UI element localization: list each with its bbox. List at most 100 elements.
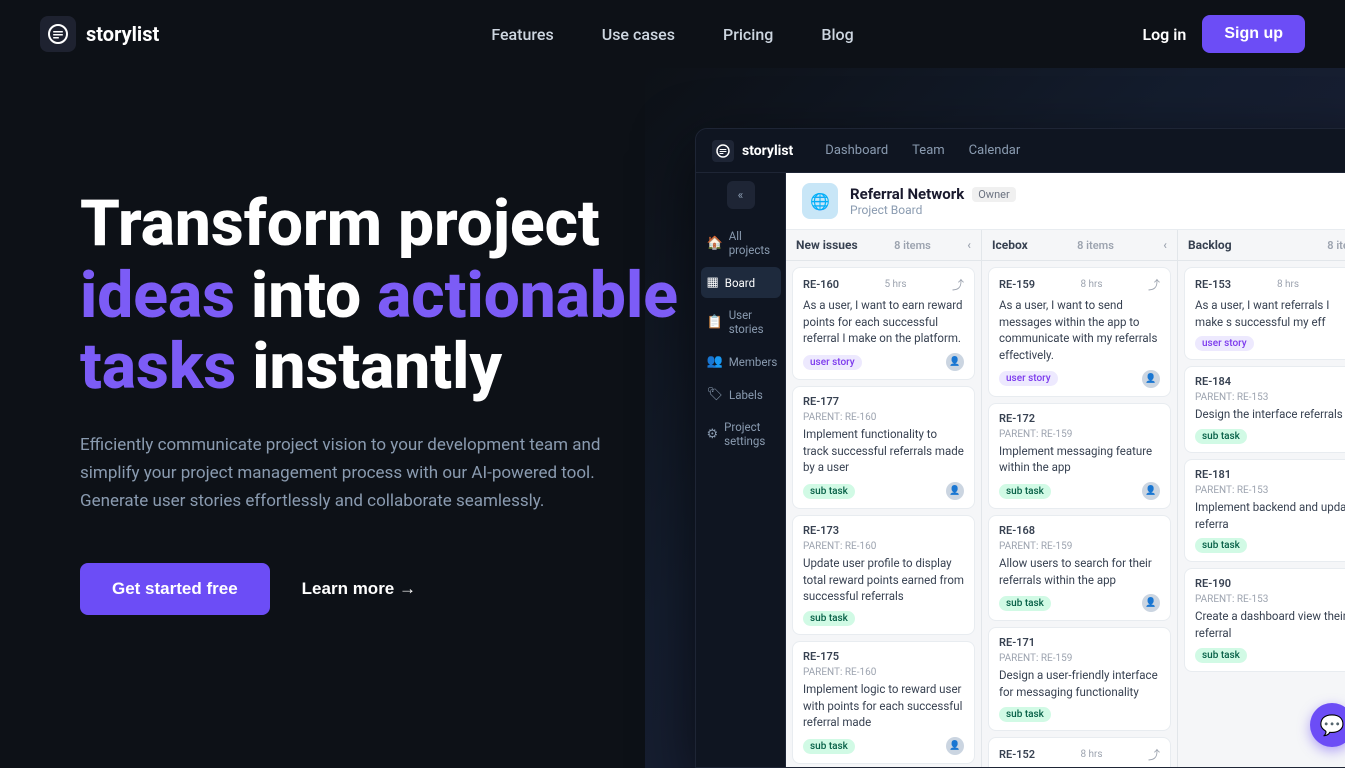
card-tag-row: sub task bbox=[1195, 538, 1345, 553]
hero-content: Transform project ideas into actionable … bbox=[80, 68, 760, 768]
column-new-issues: New issues 8 items ‹ RE-160 5 hrs ⤴ bbox=[786, 230, 982, 767]
card-id: RE-168 bbox=[999, 524, 1035, 537]
card-tag: sub task bbox=[1195, 429, 1247, 444]
card-parent: PARENT: RE-160 bbox=[803, 541, 964, 552]
card-avatar: 👤 bbox=[946, 353, 964, 371]
card-RE-184[interactable]: RE-184 PARENT: RE-153 Design the interfa… bbox=[1184, 366, 1345, 453]
card-share-icon: ⤴ bbox=[1148, 276, 1160, 293]
column-cards-icebox: RE-159 8 hrs ⤴ As a user, I want to send… bbox=[982, 261, 1177, 767]
project-info: Referral Network Owner Project Board bbox=[850, 185, 1016, 217]
column-count-backlog: 8 items bbox=[1327, 239, 1345, 252]
column-header-backlog: Backlog 8 items bbox=[1178, 230, 1345, 261]
card-text: Implement messaging feature within the a… bbox=[999, 443, 1160, 476]
get-started-button[interactable]: Get started free bbox=[80, 563, 270, 615]
logo-icon bbox=[40, 16, 76, 52]
column-arrow-new-issues[interactable]: ‹ bbox=[967, 238, 971, 252]
card-parent: PARENT: RE-160 bbox=[803, 412, 964, 423]
card-RE-181[interactable]: RE-181 PARENT: RE-153 Implement backend … bbox=[1184, 459, 1345, 562]
card-RE-177[interactable]: RE-177 PARENT: RE-160 Implement function… bbox=[792, 386, 975, 509]
card-RE-171[interactable]: RE-171 PARENT: RE-159 Design a user-frie… bbox=[988, 627, 1171, 730]
card-id: RE-171 bbox=[999, 636, 1035, 649]
nav-blog[interactable]: Blog bbox=[821, 25, 853, 44]
logo-text: storylist bbox=[86, 22, 159, 46]
card-text: As a user, I want to send messages withi… bbox=[999, 297, 1160, 364]
logo[interactable]: storylist bbox=[40, 16, 159, 52]
card-RE-172[interactable]: RE-172 PARENT: RE-159 Implement messagin… bbox=[988, 403, 1171, 509]
nav-pricing[interactable]: Pricing bbox=[723, 25, 773, 44]
app-navbar: storylist Dashboard Team Calendar bbox=[696, 129, 1345, 173]
hero-buttons: Get started free Learn more → bbox=[80, 563, 760, 615]
card-text: Implement logic to reward user with poin… bbox=[803, 681, 964, 731]
card-tag-row: sub task 👤 bbox=[803, 737, 964, 755]
card-parent: PARENT: RE-159 bbox=[999, 541, 1160, 552]
card-text: Implement backend and update referra bbox=[1195, 499, 1345, 532]
column-title-icebox: Icebox bbox=[992, 238, 1028, 252]
card-id: RE-172 bbox=[999, 412, 1035, 425]
card-RE-153[interactable]: RE-153 8 hrs ⤴ As a user, I want referra… bbox=[1184, 267, 1345, 360]
card-tag-row: sub task bbox=[1195, 429, 1345, 444]
card-tag-row: sub task bbox=[999, 707, 1160, 722]
card-tag: sub task bbox=[999, 596, 1051, 611]
column-header-icebox: Icebox 8 items ‹ bbox=[982, 230, 1177, 261]
card-parent: PARENT: RE-159 bbox=[999, 429, 1160, 440]
card-avatar: 👤 bbox=[946, 737, 964, 755]
card-parent: PARENT: RE-153 bbox=[1195, 485, 1345, 496]
hero-title-actionable: actionable bbox=[377, 258, 678, 333]
hero-description: Efficiently communicate project vision t… bbox=[80, 431, 640, 515]
project-type: Project Board bbox=[850, 203, 1016, 217]
card-tag: sub task bbox=[999, 707, 1051, 722]
card-id: RE-173 bbox=[803, 524, 839, 537]
hero-title: Transform project ideas into actionable … bbox=[80, 188, 760, 403]
column-backlog: Backlog 8 items RE-153 8 hrs ⤴ bbox=[1178, 230, 1345, 767]
column-arrow-icebox[interactable]: ‹ bbox=[1163, 238, 1167, 252]
app-tab-calendar[interactable]: Calendar bbox=[969, 143, 1021, 158]
nav-use-cases[interactable]: Use cases bbox=[602, 25, 675, 44]
app-tab-team[interactable]: Team bbox=[912, 143, 945, 158]
card-tag: user story bbox=[999, 371, 1058, 386]
card-RE-173[interactable]: RE-173 PARENT: RE-160 Update user profil… bbox=[792, 515, 975, 635]
column-icebox: Icebox 8 items ‹ RE-159 8 hrs ⤴ bbox=[982, 230, 1178, 767]
card-tag: sub task bbox=[1195, 538, 1247, 553]
owner-badge: Owner bbox=[972, 187, 1015, 202]
navbar: storylist Features Use cases Pricing Blo… bbox=[0, 0, 1345, 68]
card-RE-160[interactable]: RE-160 5 hrs ⤴ As a user, I want to earn… bbox=[792, 267, 975, 380]
card-RE-168[interactable]: RE-168 PARENT: RE-159 Allow users to sea… bbox=[988, 515, 1171, 621]
project-avatar: 🌐 bbox=[802, 183, 838, 219]
column-cards-new-issues: RE-160 5 hrs ⤴ As a user, I want to earn… bbox=[786, 261, 981, 767]
nav-actions: Log in Sign up bbox=[1142, 15, 1305, 53]
card-avatar: 👤 bbox=[946, 482, 964, 500]
nav-links: Features Use cases Pricing Blog bbox=[491, 25, 853, 44]
app-screenshot: storylist Dashboard Team Calendar « 🏠 Al… bbox=[695, 128, 1345, 768]
card-text: Design the interface referrals bbox=[1195, 406, 1345, 423]
card-parent: PARENT: RE-153 bbox=[1195, 594, 1345, 605]
nav-features[interactable]: Features bbox=[491, 25, 553, 44]
card-text: Design a user-friendly interface for mes… bbox=[999, 667, 1160, 700]
card-parent: PARENT: RE-160 bbox=[803, 667, 964, 678]
column-cards-backlog: RE-153 8 hrs ⤴ As a user, I want referra… bbox=[1178, 261, 1345, 767]
login-button[interactable]: Log in bbox=[1142, 25, 1186, 44]
card-meta: 5 hrs bbox=[884, 279, 906, 290]
board-area: New issues 8 items ‹ RE-160 5 hrs ⤴ bbox=[786, 230, 1345, 767]
app-tab-dashboard[interactable]: Dashboard bbox=[825, 143, 888, 158]
column-count-icebox: 8 items bbox=[1077, 239, 1114, 252]
project-header: 🌐 Referral Network Owner Project Board bbox=[786, 173, 1345, 230]
project-name-row: Referral Network Owner bbox=[850, 185, 1016, 203]
card-RE-190[interactable]: RE-190 PARENT: RE-153 Create a dashboard… bbox=[1184, 568, 1345, 671]
card-id: RE-175 bbox=[803, 650, 839, 663]
card-meta: 8 hrs bbox=[1080, 279, 1102, 290]
card-RE-159[interactable]: RE-159 8 hrs ⤴ As a user, I want to send… bbox=[988, 267, 1171, 397]
card-RE-152[interactable]: RE-152 8 hrs ⤴ As a user, I want access … bbox=[988, 737, 1171, 767]
card-tag: sub task bbox=[803, 484, 855, 499]
card-text: As a user, I want referrals I make s suc… bbox=[1195, 297, 1345, 330]
signup-button[interactable]: Sign up bbox=[1202, 15, 1305, 53]
hero-title-ideas: ideas bbox=[80, 258, 235, 333]
card-id: RE-181 bbox=[1195, 468, 1231, 481]
column-header-new-issues: New issues 8 items ‹ bbox=[786, 230, 981, 261]
card-tag-row: sub task 👤 bbox=[999, 594, 1160, 612]
card-RE-175[interactable]: RE-175 PARENT: RE-160 Implement logic to… bbox=[792, 641, 975, 764]
card-id: RE-160 bbox=[803, 278, 839, 291]
card-share-icon: ⤴ bbox=[952, 276, 964, 293]
project-name: Referral Network bbox=[850, 185, 964, 203]
card-tag-row: sub task 👤 bbox=[803, 482, 964, 500]
learn-more-button[interactable]: Learn more → bbox=[302, 579, 416, 599]
